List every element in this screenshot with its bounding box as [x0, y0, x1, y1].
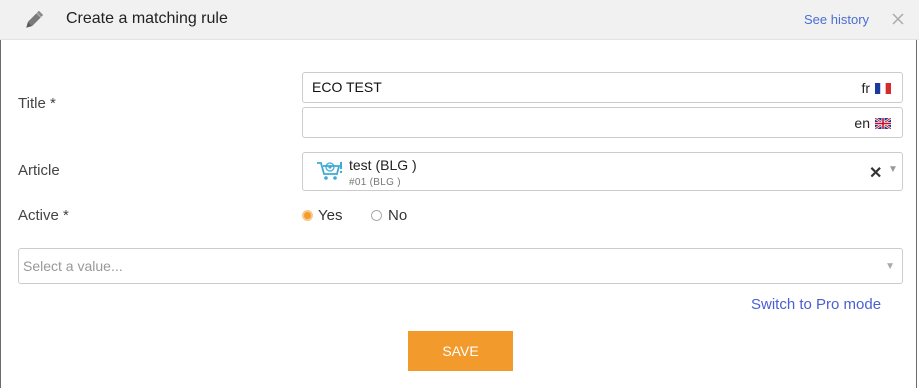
pencil-icon	[26, 10, 44, 28]
clear-article-icon[interactable]: ✕	[869, 163, 882, 183]
title-en-input[interactable]: en	[302, 107, 903, 138]
dialog-title: Create a matching rule	[66, 10, 228, 27]
active-no-label: No	[388, 207, 408, 224]
article-select[interactable]: test (BLG ) #01 (BLG ) ✕ ▼	[302, 152, 903, 191]
lang-fr-label: fr	[861, 80, 870, 96]
active-yes-label: Yes	[318, 207, 343, 224]
dialog-header: Create a matching rule See history	[0, 0, 919, 40]
uk-flag-icon	[875, 118, 891, 129]
lang-en-label: en	[854, 115, 870, 131]
close-icon[interactable]	[890, 11, 906, 27]
dialog-frame	[0, 0, 917, 388]
article-dropdown-arrow-icon[interactable]: ▼	[888, 164, 898, 175]
title-fr-input[interactable]: ECO TEST fr	[302, 72, 903, 103]
article-label: Article	[18, 162, 60, 179]
radio-selected-icon[interactable]	[302, 210, 313, 221]
radio-unselected-icon[interactable]	[371, 210, 382, 221]
cart-icon	[317, 162, 342, 180]
value-select-placeholder: Select a value...	[23, 258, 123, 274]
save-button[interactable]: SAVE	[408, 331, 513, 371]
see-history-link[interactable]: See history	[804, 12, 869, 27]
article-ref: #01 (BLG )	[349, 177, 401, 188]
chevron-down-icon[interactable]: ▼	[885, 261, 895, 272]
title-fr-value: ECO TEST	[312, 79, 382, 95]
value-select[interactable]: Select a value... ▼	[18, 248, 903, 284]
active-label: Active *	[18, 207, 69, 224]
title-label: Title *	[18, 95, 56, 112]
france-flag-icon	[875, 83, 891, 94]
switch-pro-mode-link[interactable]: Switch to Pro mode	[751, 296, 881, 313]
article-name: test (BLG )	[349, 157, 417, 173]
